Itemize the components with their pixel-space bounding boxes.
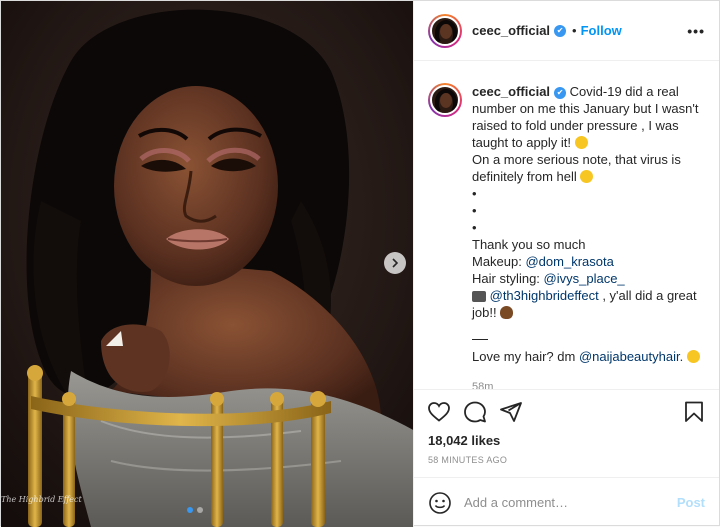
avatar-face bbox=[440, 93, 452, 108]
caption-avatar[interactable] bbox=[428, 83, 462, 117]
photo-mention-link[interactable]: @th3highbrideffect bbox=[490, 288, 599, 303]
hair-mention-link[interactable]: @ivys_place_ bbox=[544, 271, 625, 286]
post-photo bbox=[1, 1, 413, 527]
hugging-emoji-icon bbox=[686, 350, 700, 363]
more-options-icon[interactable]: ••• bbox=[687, 23, 705, 39]
chevron-right-icon bbox=[392, 258, 399, 268]
brown-heart-emoji-icon bbox=[500, 306, 514, 319]
save-button[interactable] bbox=[681, 399, 707, 425]
smile-emoji-icon bbox=[580, 170, 594, 183]
post-media[interactable]: The Highbrid Effect bbox=[1, 1, 413, 527]
carousel-dot-active bbox=[187, 507, 193, 513]
post-caption: ceec_official ✔ Covid-19 did a real numbe… bbox=[472, 83, 705, 389]
caption-hair-credit: Hair styling: @ivys_place_ bbox=[472, 270, 705, 287]
caption-line-2: On a more serious note, that virus is de… bbox=[472, 151, 705, 185]
photo-watermark: The Highbrid Effect bbox=[1, 495, 82, 504]
makeup-prefix: Makeup: bbox=[472, 254, 526, 269]
caption-area: ceec_official ✔ Covid-19 did a real numbe… bbox=[414, 61, 719, 389]
promo-mention-link[interactable]: @naijabeautyhair. bbox=[579, 349, 683, 364]
header-username[interactable]: ceec_official bbox=[472, 23, 550, 38]
makeup-mention-link[interactable]: @dom_krasota bbox=[525, 254, 613, 269]
caption-divider bbox=[472, 339, 488, 340]
likes-count[interactable]: 18,042 likes bbox=[414, 433, 719, 449]
avatar[interactable] bbox=[428, 13, 462, 48]
carousel-indicator bbox=[187, 507, 203, 513]
heart-icon bbox=[428, 401, 450, 422]
caption-bullet: • bbox=[472, 203, 477, 218]
comment-input[interactable] bbox=[464, 495, 677, 510]
emoji-icon[interactable] bbox=[428, 491, 452, 515]
hair-prefix: Hair styling: bbox=[472, 271, 544, 286]
caption-time-ago[interactable]: 58m bbox=[472, 379, 705, 389]
caption-photo-credit: @th3highbrideffect , y'all did a great j… bbox=[472, 287, 705, 321]
caption-makeup-credit: Makeup: @dom_krasota bbox=[472, 253, 705, 270]
avatar-image bbox=[430, 15, 460, 46]
verified-badge-icon: ✔ bbox=[554, 24, 567, 37]
comment-icon bbox=[464, 401, 486, 422]
promo-prefix: Love my hair? dm bbox=[472, 349, 579, 364]
carousel-dot bbox=[197, 507, 203, 513]
post-comment-button[interactable]: Post bbox=[677, 495, 705, 510]
caption-text-2: On a more serious note, that virus is de… bbox=[472, 152, 681, 184]
carousel-next-button[interactable] bbox=[384, 252, 406, 274]
avatar-face bbox=[440, 23, 452, 39]
comment-button[interactable] bbox=[462, 399, 488, 425]
comment-bar: Post bbox=[414, 477, 719, 527]
post-header: ceec_official ✔ • Follow ••• bbox=[414, 1, 719, 61]
caption-promo: Love my hair? dm @naijabeautyhair. bbox=[472, 348, 705, 365]
bookmark-icon bbox=[685, 401, 703, 422]
share-icon bbox=[500, 401, 522, 422]
post-side-panel: ceec_official ✔ • Follow ••• ceec_offici… bbox=[413, 1, 719, 527]
like-button[interactable] bbox=[426, 399, 452, 425]
post-actions bbox=[414, 389, 719, 433]
follow-button[interactable]: Follow bbox=[581, 23, 622, 38]
camera-emoji-icon bbox=[472, 291, 486, 302]
post-timestamp[interactable]: 58 MINUTES AGO bbox=[414, 455, 719, 477]
caption-thanks: Thank you so much bbox=[472, 237, 586, 252]
caption-avatar-image bbox=[430, 85, 460, 115]
header-separator: • bbox=[572, 23, 577, 38]
instagram-post: The Highbrid Effect ceec_official ✔ • Fo… bbox=[0, 0, 720, 527]
wink-emoji-icon bbox=[574, 136, 588, 149]
verified-badge-icon: ✔ bbox=[554, 86, 567, 99]
caption-line-1: ceec_official ✔ Covid-19 did a real numbe… bbox=[472, 83, 705, 151]
caption-bullet: • bbox=[472, 220, 477, 235]
share-button[interactable] bbox=[498, 399, 524, 425]
caption-username[interactable]: ceec_official bbox=[472, 84, 550, 99]
caption-bullet: • bbox=[472, 186, 477, 201]
